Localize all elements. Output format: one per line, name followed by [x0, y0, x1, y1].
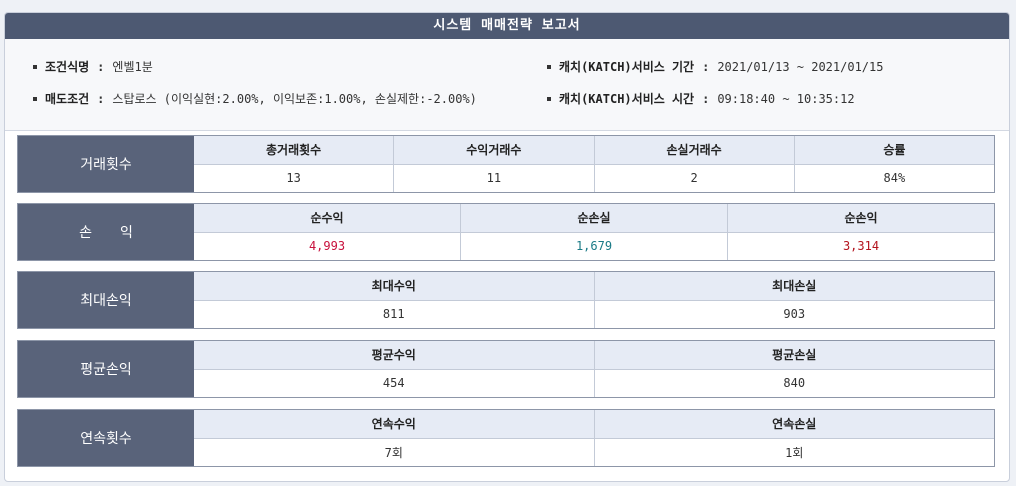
value-cell: 13	[286, 171, 301, 186]
value-row: 454 840	[194, 369, 995, 397]
value-row: 13 11 2 84%	[194, 164, 994, 192]
header-cell: 순손익	[727, 204, 994, 232]
bullet-icon	[547, 64, 551, 69]
value-row: 811 903	[194, 300, 995, 328]
header-cell: 평균수익	[194, 341, 594, 369]
section-avg-pnl: 평균손익 평균수익 평균손실 454 840	[17, 340, 995, 398]
header-cell: 순수익	[194, 204, 460, 232]
header-cell: 연속수익	[194, 410, 594, 438]
section-streak: 연속횟수 연속수익 연속손실 7회 1회	[17, 409, 995, 467]
info-value: 엔벨1분	[112, 60, 153, 74]
value-cell: 903	[593, 300, 995, 328]
header-cell: 평균손실	[593, 341, 994, 369]
info-colon: :	[702, 59, 710, 74]
header-cell: 최대손실	[593, 272, 994, 300]
header-cell: 연속손실	[593, 410, 994, 438]
info-label: 캐치(KATCH)서비스 기간	[559, 60, 695, 74]
info-value: 09:18:40 ~ 10:35:12	[717, 91, 855, 106]
info-label: 매도조건	[45, 92, 90, 106]
info-sell-condition: 매도조건 : 스탑로스 (이익실현:2.00%, 이익보존:1.00%, 손실제…	[33, 90, 477, 107]
section-grid: 순수익 순손실 순손익 4,993 1,679 3,314	[194, 204, 994, 260]
section-grid: 총거래횟수 수익거래수 손실거래수 승률 13 11 2 84%	[194, 136, 994, 192]
header-cell: 수익거래수	[393, 136, 594, 164]
bullet-icon	[33, 96, 37, 101]
info-colon: :	[702, 91, 710, 106]
section-label: 거래횟수	[18, 136, 194, 192]
bullet-icon	[33, 64, 37, 69]
header-cell: 최대수익	[194, 272, 594, 300]
value-cell: 84%	[793, 164, 994, 192]
header-row: 평균수익 평균손실	[194, 341, 994, 370]
info-service-time: 캐치(KATCH)서비스 시간 : 09:18:40 ~ 10:35:12	[547, 90, 855, 107]
report-panel: 시스템 매매전략 보고서 조건식명 : 엔벨1분 매도조건 : 스탑로스 (이익…	[4, 12, 1010, 482]
header-cell: 순손실	[460, 204, 727, 232]
net-pnl-value: 3,314	[727, 232, 994, 260]
value-cell: 7회	[384, 445, 403, 460]
value-cell: 811	[382, 307, 405, 322]
header-row: 총거래횟수 수익거래수 손실거래수 승률	[194, 136, 994, 165]
value-row: 4,993 1,679 3,314	[194, 232, 994, 260]
info-service-period: 캐치(KATCH)서비스 기간 : 2021/01/13 ~ 2021/01/1…	[547, 58, 883, 75]
header-cell: 손실거래수	[593, 136, 794, 164]
section-max-pnl: 최대손익 최대수익 최대손실 811 903	[17, 271, 995, 329]
section-label: 연속횟수	[18, 410, 194, 466]
net-loss-value: 1,679	[460, 232, 727, 260]
bullet-icon	[547, 96, 551, 101]
header-cell: 승률	[793, 136, 994, 164]
section-grid: 연속수익 연속손실 7회 1회	[194, 410, 994, 466]
value-cell: 1회	[593, 438, 995, 466]
value-cell: 454	[382, 376, 405, 391]
header-cell: 총거래횟수	[194, 136, 394, 164]
section-grid: 평균수익 평균손실 454 840	[194, 341, 994, 397]
header-row: 연속수익 연속손실	[194, 410, 994, 439]
info-label: 조건식명	[45, 60, 90, 74]
info-colon: :	[97, 91, 105, 106]
section-grid: 최대수익 최대손실 811 903	[194, 272, 994, 328]
header-row: 최대수익 최대손실	[194, 272, 994, 301]
value-cell: 11	[393, 164, 593, 192]
header-row: 순수익 순손실 순손익	[194, 204, 994, 233]
section-trade-count: 거래횟수 총거래횟수 수익거래수 손실거래수 승률 13 11 2 84%	[17, 135, 995, 193]
report-title: 시스템 매매전략 보고서	[5, 13, 1009, 39]
value-cell: 2	[593, 164, 794, 192]
section-label: 평균손익	[18, 341, 194, 397]
info-box: 조건식명 : 엔벨1분 매도조건 : 스탑로스 (이익실현:2.00%, 이익보…	[5, 39, 1009, 131]
info-colon: :	[97, 59, 105, 74]
info-label: 캐치(KATCH)서비스 시간	[559, 92, 695, 106]
info-condition-name: 조건식명 : 엔벨1분	[33, 58, 153, 75]
net-profit-value: 4,993	[308, 239, 346, 254]
value-row: 7회 1회	[194, 438, 995, 466]
section-label: 손 익	[18, 204, 194, 260]
section-pnl: 손 익 순수익 순손실 순손익 4,993 1,679 3,314	[17, 203, 995, 261]
info-value: 2021/01/13 ~ 2021/01/15	[717, 59, 884, 74]
section-label: 최대손익	[18, 272, 194, 328]
info-value: 스탑로스 (이익실현:2.00%, 이익보존:1.00%, 손실제한:-2.00…	[112, 92, 477, 106]
value-cell: 840	[593, 369, 995, 397]
